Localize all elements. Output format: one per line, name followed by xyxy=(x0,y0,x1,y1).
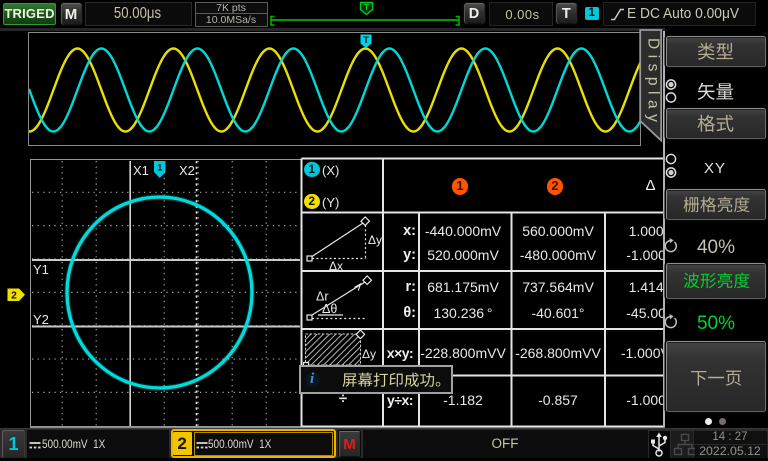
svg-text:Δθ: Δθ xyxy=(322,302,337,316)
svg-text:Δx: Δx xyxy=(329,259,343,271)
svg-text:Δy: Δy xyxy=(362,347,376,361)
svg-text:Δy: Δy xyxy=(368,233,382,247)
